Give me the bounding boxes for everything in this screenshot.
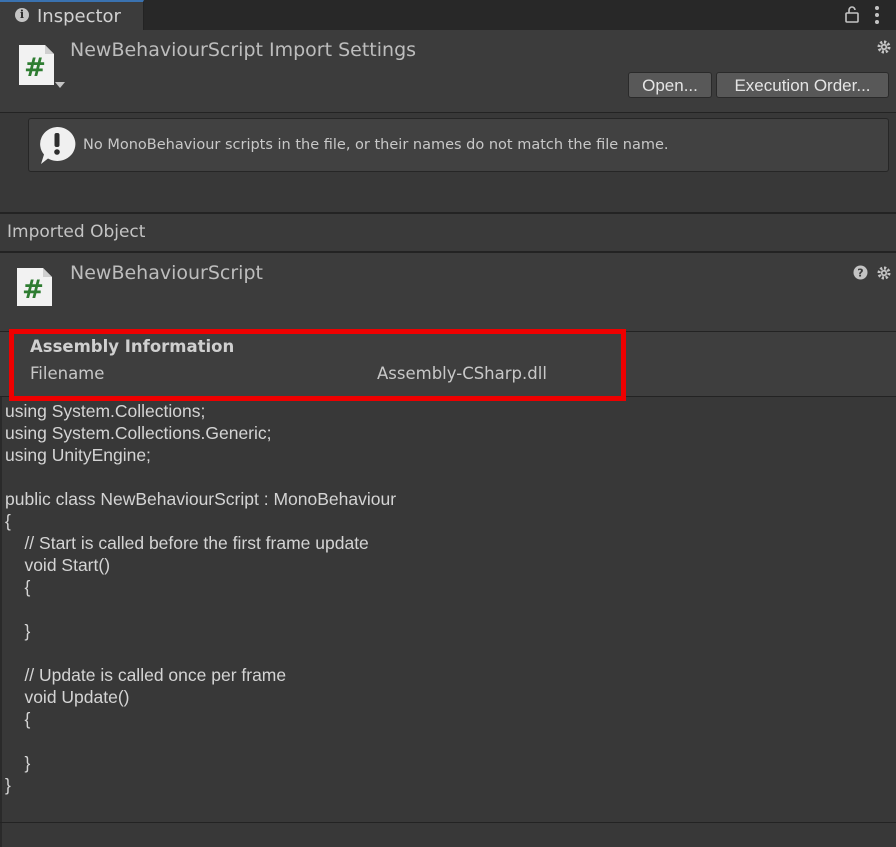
warning-speech-icon [40, 126, 76, 164]
code-line: public class NewBehaviourScript : MonoBe… [5, 489, 397, 509]
lock-icon[interactable] [844, 5, 860, 23]
execution-order-button[interactable]: Execution Order... [716, 72, 889, 98]
imported-object-bar: Imported Object [0, 214, 896, 253]
script-code-preview: using System.Collections; using System.Co… [5, 400, 885, 796]
import-settings-header: # NewBehaviourScript Import Settings Ope… [0, 30, 896, 113]
tab-label: Inspector [37, 6, 121, 27]
code-line: using System.Collections.Generic; [5, 423, 272, 443]
code-line: using UnityEngine; [5, 445, 151, 465]
imported-object-header: # NewBehaviourScript ? [0, 253, 896, 332]
code-line: using System.Collections; [5, 401, 206, 421]
code-line: // Start is called before the first fram… [5, 533, 369, 553]
chevron-down-icon[interactable] [55, 82, 65, 88]
info-icon: i [15, 8, 29, 22]
code-line: } [5, 775, 11, 795]
help-icon[interactable]: ? [853, 265, 868, 280]
kebab-menu-icon[interactable] [872, 5, 882, 25]
code-line: { [5, 511, 11, 531]
page-title: NewBehaviourScript Import Settings [70, 39, 417, 61]
warning-text: No MonoBehaviour scripts in the file, or… [83, 137, 669, 153]
gear-icon[interactable] [876, 39, 892, 55]
highlight-annotation [9, 329, 626, 401]
tab-inspector[interactable]: i Inspector [0, 0, 144, 30]
code-line: // Update is called once per frame [5, 665, 287, 685]
code-line: } [5, 753, 31, 773]
csharp-script-icon: # [19, 45, 54, 85]
code-line: { [5, 577, 31, 597]
code-line: void Start() [5, 555, 111, 575]
bottom-divider [0, 822, 896, 823]
code-line: } [5, 621, 31, 641]
csharp-script-icon: # [17, 268, 52, 306]
svg-text:#: # [24, 53, 46, 83]
imported-object-label: Imported Object [7, 222, 146, 242]
code-line: void Update() [5, 687, 130, 707]
open-button[interactable]: Open... [628, 72, 712, 98]
svg-text:?: ? [857, 267, 863, 280]
object-title: NewBehaviourScript [70, 262, 263, 284]
tab-bar: i Inspector [0, 0, 896, 30]
warning-section: No MonoBehaviour scripts in the file, or… [0, 113, 896, 214]
code-line: { [5, 709, 31, 729]
warning-helpbox: No MonoBehaviour scripts in the file, or… [28, 118, 889, 172]
gear-icon[interactable] [876, 265, 892, 281]
svg-text:#: # [22, 275, 44, 305]
